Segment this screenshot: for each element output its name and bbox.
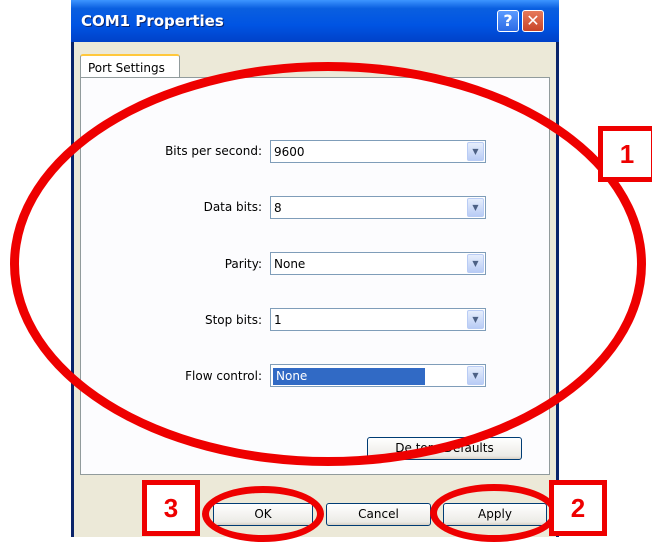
- highlight-ellipse-fields: [10, 62, 646, 466]
- help-icon[interactable]: ?: [497, 10, 519, 32]
- highlight-ellipse-apply: [430, 484, 558, 542]
- close-icon[interactable]: ✕: [522, 10, 544, 32]
- title-bar[interactable]: COM1 Properties ? ✕: [71, 0, 559, 42]
- tab-port-settings[interactable]: Port Settings: [80, 54, 180, 78]
- window-title: COM1 Properties: [81, 12, 224, 30]
- annotation-marker-3: 3: [142, 480, 200, 536]
- highlight-ellipse-ok: [202, 486, 324, 542]
- annotation-marker-2: 2: [549, 480, 607, 536]
- cancel-button[interactable]: Cancel: [326, 503, 431, 526]
- annotation-marker-1: 1: [598, 126, 652, 182]
